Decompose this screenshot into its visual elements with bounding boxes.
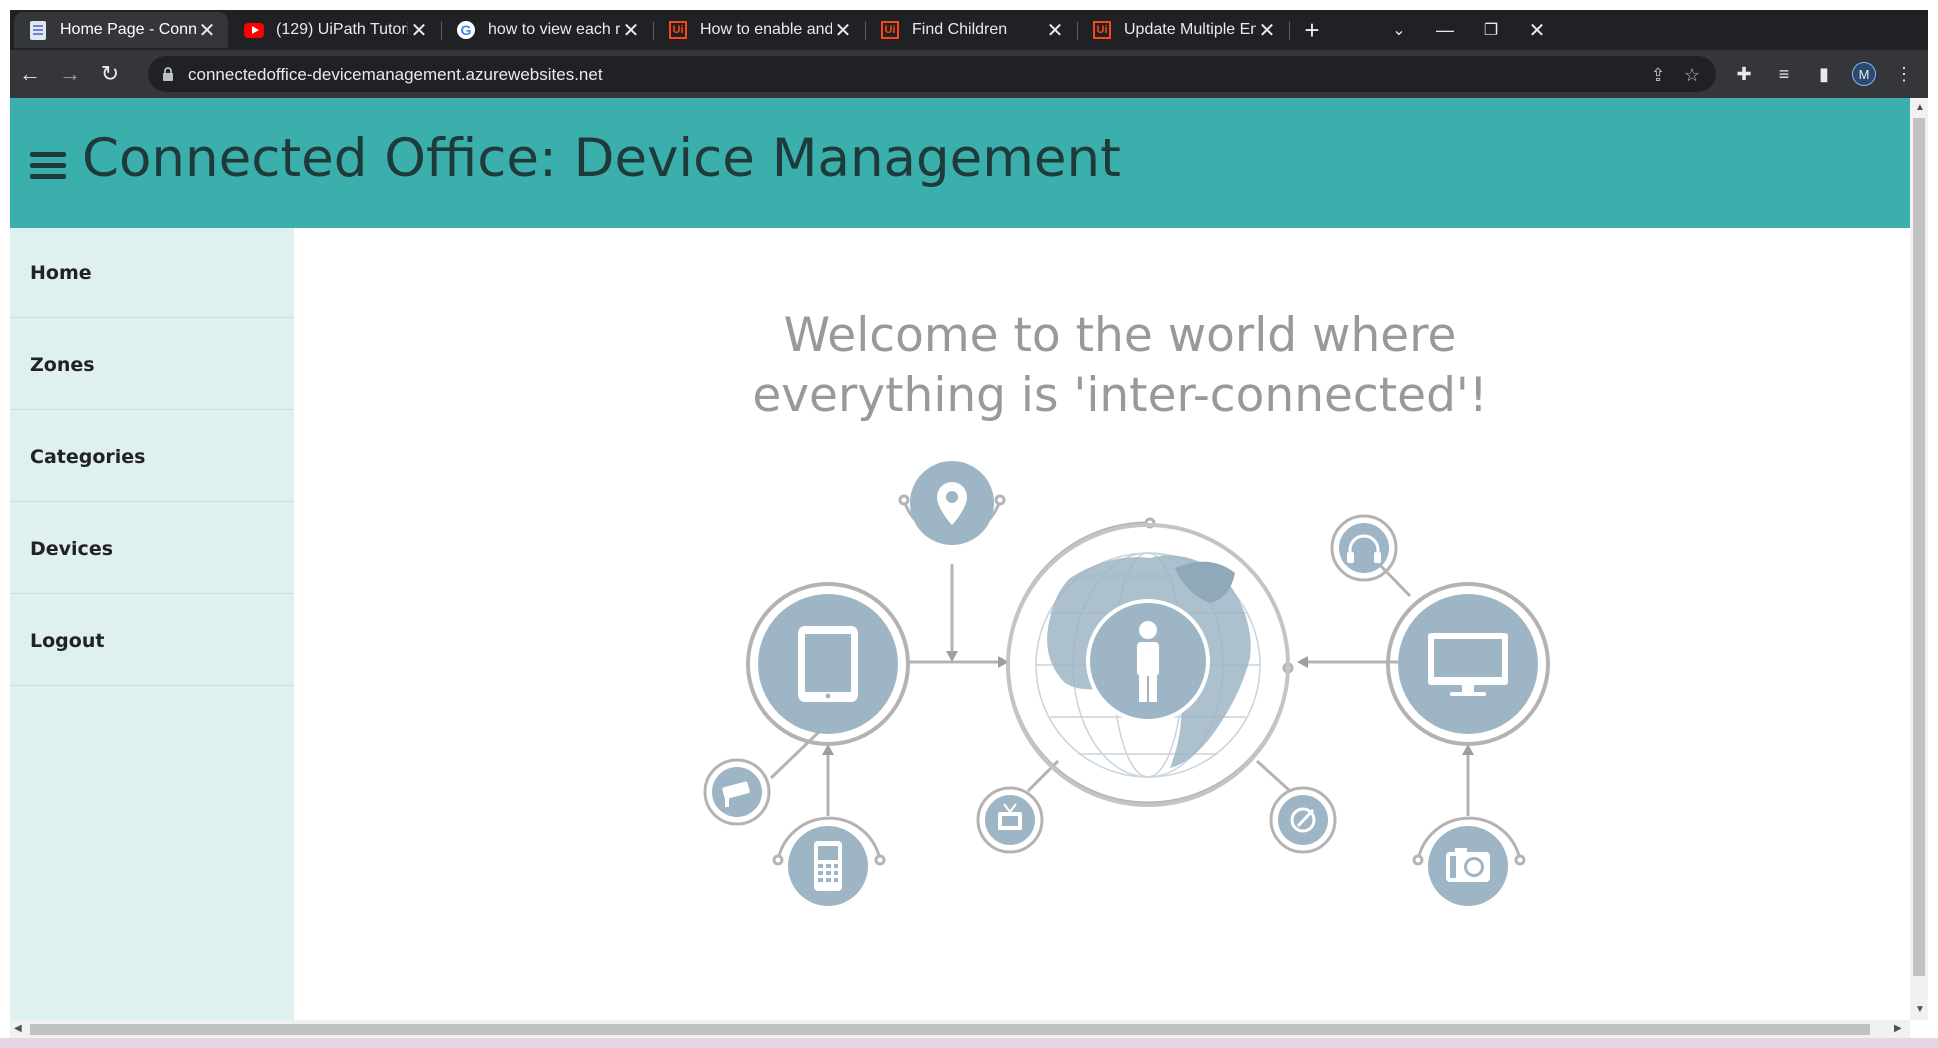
tab-title: Find Children [912, 21, 1008, 38]
url-text: connectedoffice-devicemanagement.azurewe… [188, 65, 603, 84]
tab-enable-disable[interactable]: Ui How to enable and disable ✕ [654, 12, 864, 48]
more-menu-icon[interactable]: ⋮ [1888, 58, 1920, 90]
bookmark-star-icon[interactable]: ☆ [1680, 63, 1704, 87]
tab-strip: Home Page - Connected Of ✕ (129) UiPath … [10, 10, 1928, 50]
monitor-icon [1386, 582, 1550, 746]
close-icon[interactable]: ✕ [408, 18, 430, 43]
tab-title: Update Multiple Entity Rec [1124, 21, 1256, 38]
new-tab-button[interactable]: + [1292, 10, 1332, 50]
page-icon [28, 20, 48, 40]
vertical-scrollbar[interactable]: ▲ ▼ [1910, 98, 1928, 1020]
share-icon[interactable]: ⇪ [1646, 63, 1670, 87]
close-icon[interactable]: ✕ [620, 18, 642, 43]
tab-home-page[interactable]: Home Page - Connected Of ✕ [14, 12, 228, 48]
browser-toolbar: ← → ↻ connectedoffice-devicemanagement.a… [10, 50, 1928, 98]
uipath-icon: Ui [668, 20, 688, 40]
uipath-icon: Ui [880, 20, 900, 40]
tab-title: how to view each record of [488, 21, 620, 38]
tab-title: Home Page - Connected Of [60, 21, 196, 38]
vertical-scroll-thumb[interactable] [1913, 118, 1925, 976]
lock-icon [163, 67, 173, 81]
scroll-down-icon[interactable]: ▼ [1915, 1004, 1925, 1015]
connected-devices-illustration [703, 461, 1550, 906]
reload-button[interactable]: ↻ [94, 58, 126, 90]
tab-title: (129) UiPath Tutorials - Get [276, 21, 408, 38]
restore-button[interactable]: ❐ [1468, 10, 1514, 50]
security-camera-icon [703, 758, 771, 826]
tablet-icon [746, 582, 910, 746]
horizontal-scroll-thumb[interactable] [30, 1024, 1870, 1035]
tab-find-children[interactable]: Ui Find Children ✕ [866, 12, 1076, 48]
web-page: Connected Office: Device Management Home… [10, 98, 1910, 1020]
media-control-icon[interactable]: ≡ [1768, 58, 1800, 90]
gauge-icon [1269, 786, 1337, 854]
youtube-icon [244, 20, 264, 40]
minimize-button[interactable]: — [1422, 10, 1468, 50]
scroll-up-icon[interactable]: ▲ [1915, 102, 1925, 113]
side-panel-icon[interactable]: ▮ [1808, 58, 1840, 90]
address-bar[interactable]: connectedoffice-devicemanagement.azurewe… [148, 56, 1716, 92]
browser-window: Home Page - Connected Of ✕ (129) UiPath … [10, 10, 1928, 98]
uipath-icon: Ui [1092, 20, 1112, 40]
mobile-phone-icon [788, 826, 868, 906]
location-pin-icon [910, 461, 994, 545]
tv-icon [976, 786, 1044, 854]
headphones-icon [1330, 514, 1398, 582]
google-icon: G [456, 20, 476, 40]
back-button[interactable]: ← [14, 58, 46, 90]
tab-title: How to enable and disable [700, 21, 832, 38]
scroll-right-icon[interactable]: ▶ [1894, 1023, 1902, 1034]
tab-search-button[interactable]: ⌄ [1376, 10, 1422, 50]
profile-avatar[interactable]: M [1848, 58, 1880, 90]
tab-uipath-tutorials[interactable]: (129) UiPath Tutorials - Get ✕ [230, 12, 440, 48]
camera-icon [1428, 826, 1508, 906]
person-icon [1086, 599, 1210, 723]
close-icon[interactable]: ✕ [1044, 18, 1066, 43]
forward-button[interactable]: → [54, 58, 86, 90]
scroll-left-icon[interactable]: ◀ [14, 1023, 22, 1034]
horizontal-scrollbar[interactable]: ◀ ▶ [10, 1020, 1910, 1038]
close-icon[interactable]: ✕ [196, 18, 218, 43]
tab-google-search[interactable]: G how to view each record of ✕ [442, 12, 652, 48]
taskbar-edge [0, 1038, 1938, 1048]
extensions-icon[interactable]: ✚ [1728, 58, 1760, 90]
close-icon[interactable]: ✕ [832, 18, 854, 43]
close-window-button[interactable]: ✕ [1514, 10, 1560, 50]
close-icon[interactable]: ✕ [1256, 18, 1278, 43]
tab-update-multiple[interactable]: Ui Update Multiple Entity Rec ✕ [1078, 12, 1288, 48]
